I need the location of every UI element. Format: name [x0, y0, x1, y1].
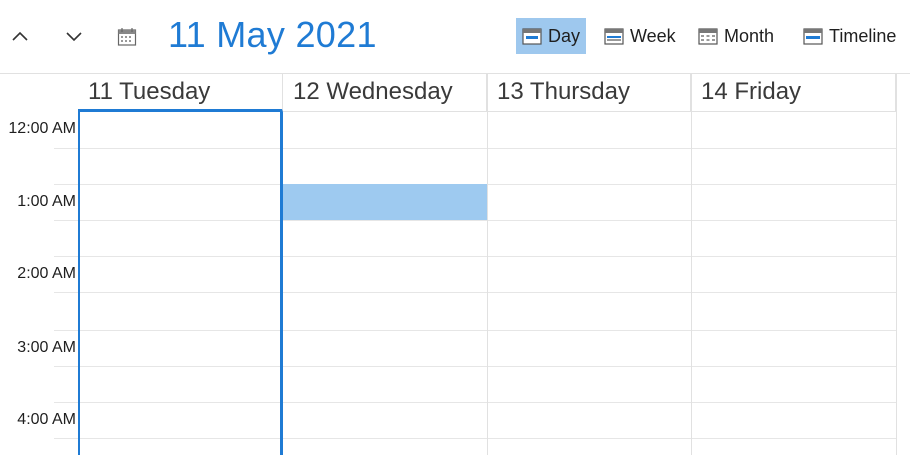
time-label: 2:00 AM — [17, 265, 76, 282]
chevron-down-icon — [66, 32, 82, 42]
calendar-toolbar: 11 May 2021 Day Week Month Timeline — [0, 0, 910, 74]
calendar-week-icon — [604, 28, 624, 45]
next-button[interactable] — [60, 22, 88, 50]
day-header-label: 12 Wednesday — [293, 78, 453, 105]
column-divider — [487, 74, 488, 455]
day-header-tuesday[interactable]: 11 Tuesday — [78, 74, 283, 112]
chevron-up-icon — [12, 31, 28, 41]
view-month-button[interactable]: Month — [692, 18, 780, 54]
day-header-label: 14 Friday — [701, 78, 802, 105]
selected-day-column[interactable] — [78, 112, 283, 455]
time-label: 1:00 AM — [17, 193, 76, 210]
time-label: 12:00 AM — [8, 120, 76, 137]
column-divider — [691, 74, 692, 455]
previous-button[interactable] — [6, 22, 34, 50]
column-divider — [896, 74, 897, 455]
current-date-title[interactable]: 11 May 2021 — [168, 14, 377, 56]
selected-time-slot[interactable] — [283, 184, 487, 220]
view-timeline-label: Timeline — [829, 25, 897, 46]
day-header-label: 13 Thursday — [497, 78, 630, 105]
day-header-label: 11 Tuesday — [88, 78, 211, 105]
view-day-label: Day — [548, 25, 581, 46]
calendar-day-icon — [522, 28, 542, 45]
calendar-timeline-icon — [803, 28, 823, 45]
day-header-friday[interactable]: 14 Friday — [691, 74, 896, 112]
time-label: 3:00 AM — [17, 339, 76, 356]
calendar-grid: 11 Tuesday 12 Wednesday 13 Thursday 14 F… — [0, 74, 910, 455]
view-week-button[interactable]: Week — [598, 18, 682, 54]
view-month-label: Month — [724, 25, 775, 46]
today-button[interactable] — [114, 24, 140, 50]
view-week-label: Week — [630, 25, 676, 46]
view-timeline-button[interactable]: Timeline — [797, 18, 902, 54]
day-header-wednesday[interactable]: 12 Wednesday — [283, 74, 487, 112]
calendar-month-icon — [698, 28, 718, 45]
calendar-icon — [117, 28, 137, 46]
view-day-button[interactable]: Day — [516, 18, 587, 54]
day-header-thursday[interactable]: 13 Thursday — [487, 74, 691, 112]
time-label: 4:00 AM — [17, 411, 76, 428]
